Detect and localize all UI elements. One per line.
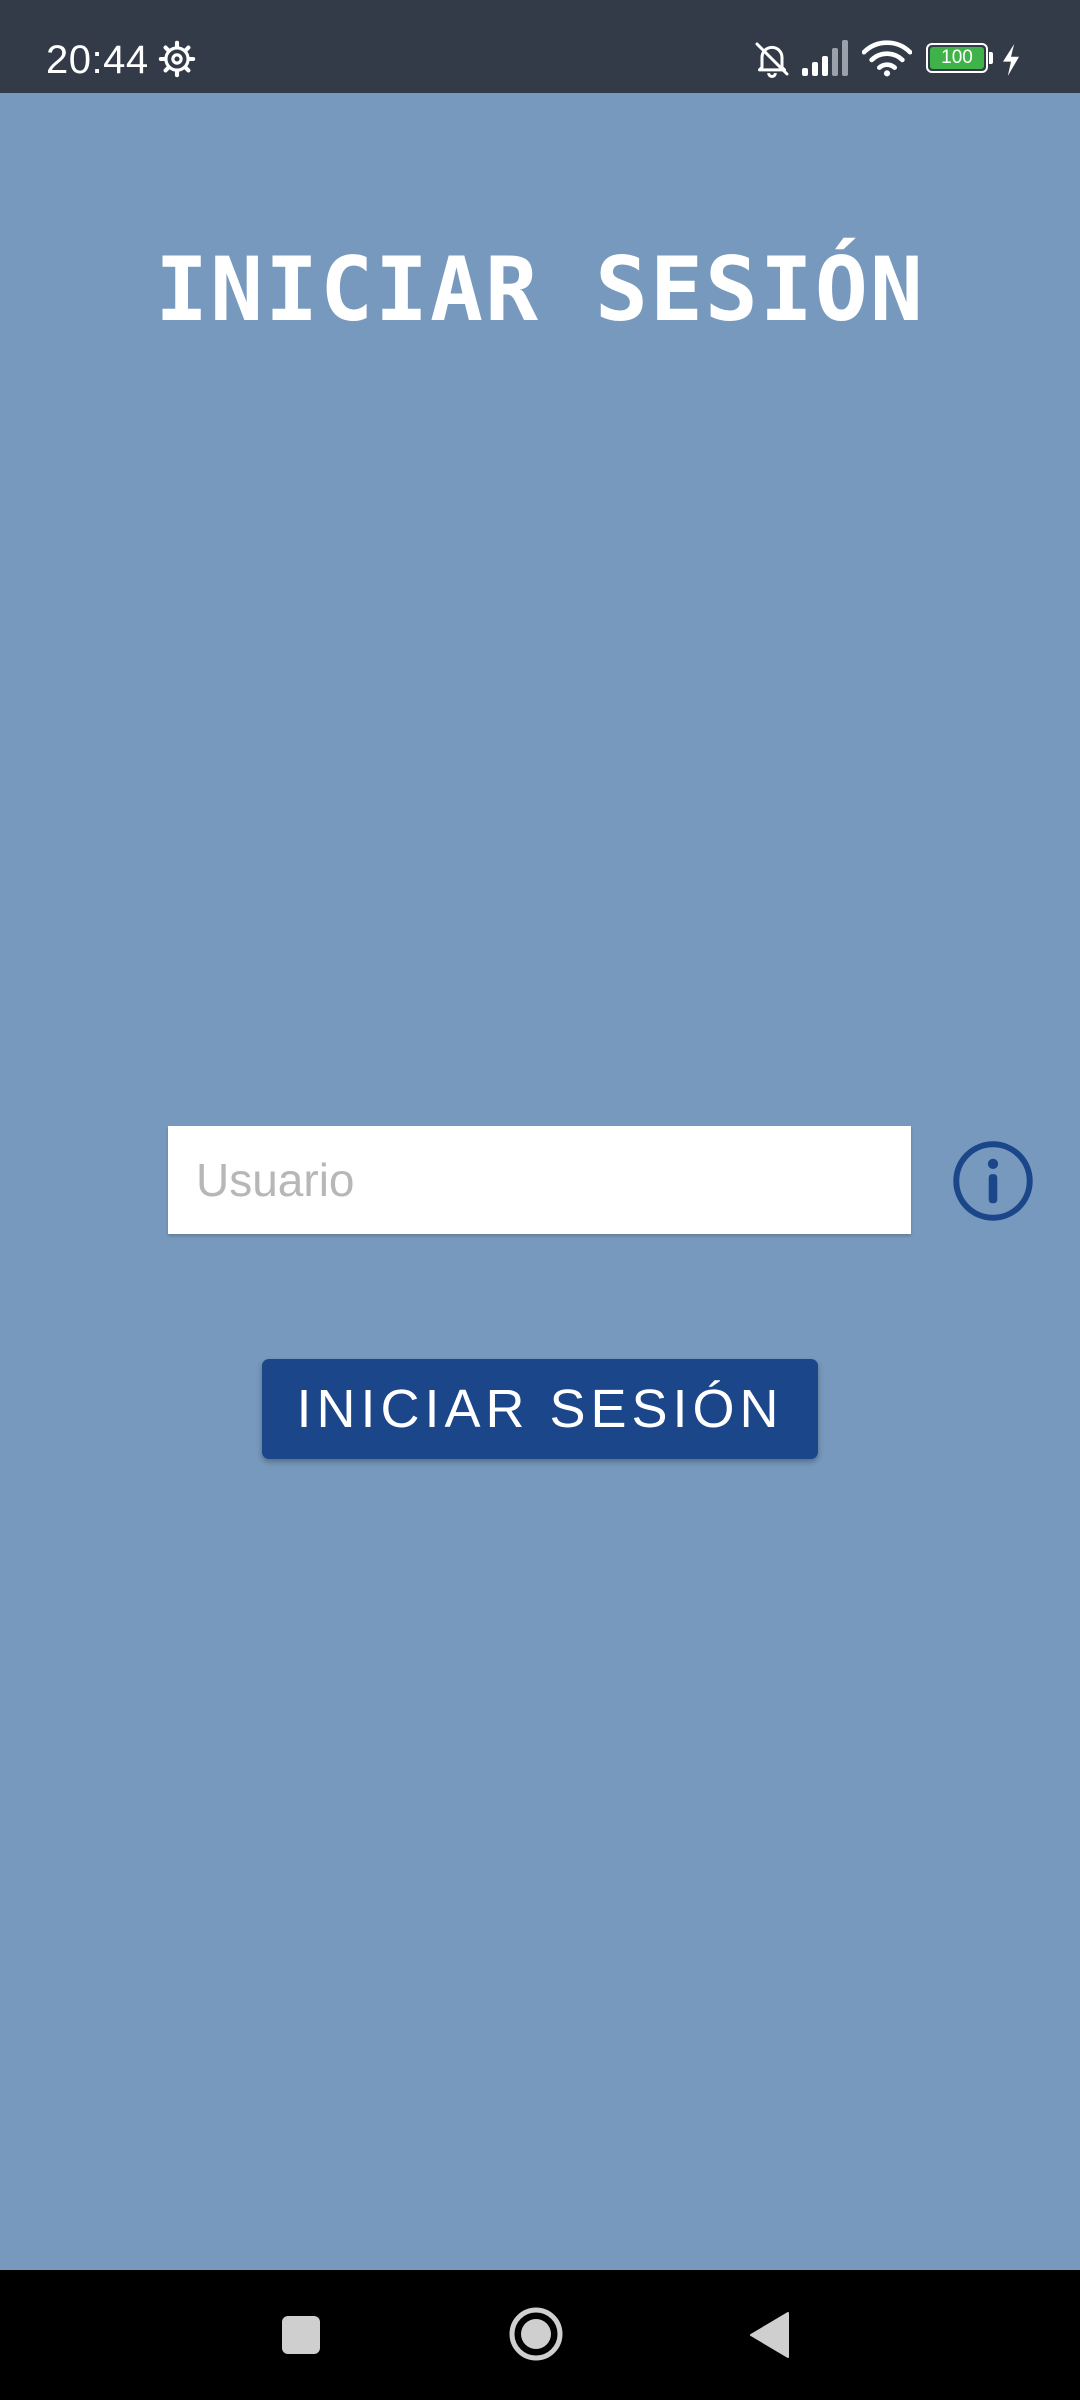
battery-body: 100 [926,43,988,73]
charging-icon [1003,44,1019,76]
username-input[interactable] [168,1126,911,1234]
wifi-icon [862,40,912,77]
signal-icon [802,40,848,76]
recents-square-icon[interactable] [280,2314,322,2356]
login-screen: 20:44 100 INICIAR SESIÓN Usuario INICIAR… [0,0,1080,2400]
battery-icon: 100 [926,43,994,77]
back-triangle-icon[interactable] [748,2310,790,2360]
status-time: 20:44 [46,38,149,82]
home-circle-icon[interactable] [508,2306,564,2362]
login-button[interactable]: INICIAR SESIÓN [262,1359,818,1459]
battery-cap [989,52,993,64]
bell-off-icon [755,42,789,78]
info-icon[interactable] [952,1140,1034,1222]
login-button-label: INICIAR SESIÓN [296,1379,784,1439]
status-bar: 20:44 100 [0,0,1080,93]
navigation-bar [0,2270,1080,2400]
battery-level: 100 [930,47,984,69]
page-title: INICIAR SESIÓN [155,238,925,341]
gear-icon [158,40,196,78]
